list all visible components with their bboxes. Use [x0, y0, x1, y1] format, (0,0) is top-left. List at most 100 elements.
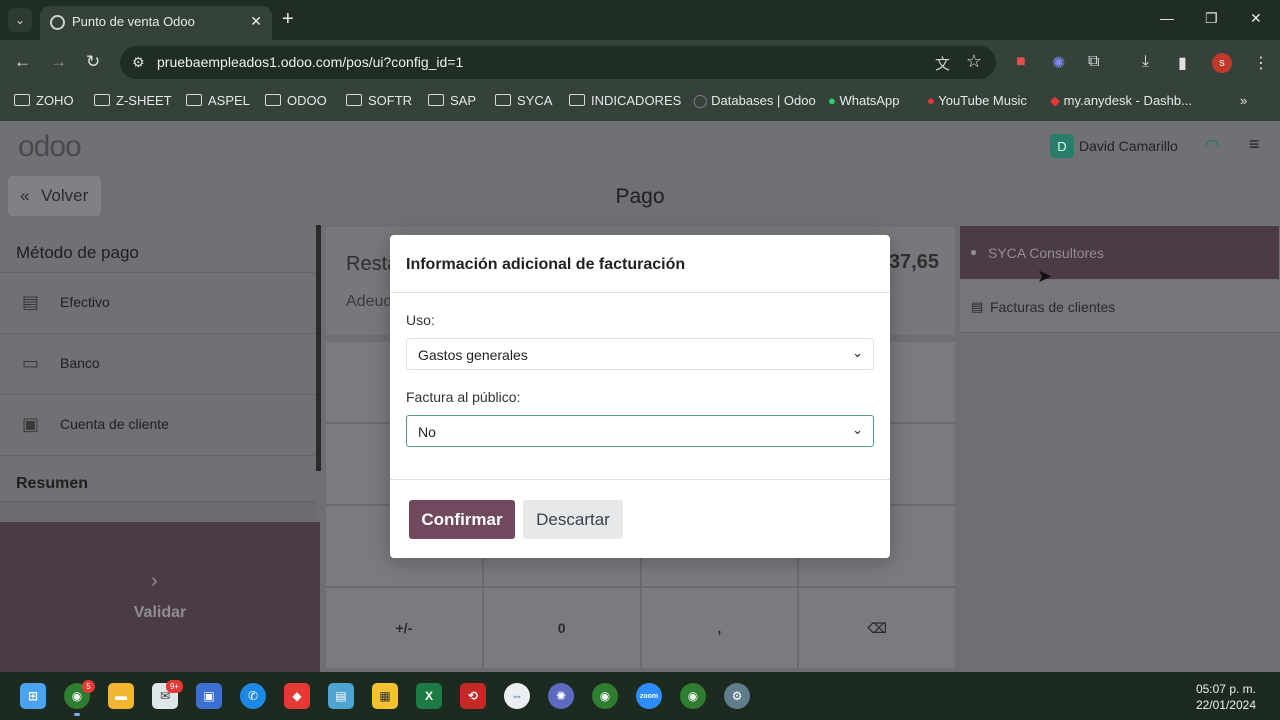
payment-method-banco[interactable]: ▭ Banco — [0, 333, 316, 393]
close-tab-icon[interactable]: ✕ — [250, 13, 262, 30]
download-icon[interactable]: ⤓ — [1142, 53, 1149, 71]
customer-name: SYCA Consultores — [988, 245, 1104, 261]
odoo-circle-icon: ◯ — [693, 93, 712, 108]
numpad-key-backspace[interactable]: ⌫ — [799, 588, 955, 668]
translate-icon[interactable]: 文 — [935, 53, 950, 74]
bookmark-whatsapp[interactable]: ● WhatsApp — [828, 93, 899, 108]
settings-gear-icon[interactable]: ⚙ — [724, 683, 750, 709]
extension-gear-icon[interactable]: ✺ — [1052, 53, 1065, 73]
bookmark-aspel[interactable]: ASPEL — [186, 93, 250, 108]
invoice-button[interactable]: ▤ Facturas de clientes — [960, 280, 1280, 333]
odoo-logo: odoo — [18, 130, 82, 163]
forward-arrow-icon[interactable]: → — [50, 52, 67, 72]
browser-tab[interactable]: Punto de venta Odoo ✕ — [40, 6, 272, 40]
bookmark-softr[interactable]: SOFTR — [346, 93, 412, 108]
hamburger-menu-icon[interactable]: ≡ — [1249, 134, 1260, 155]
uso-select[interactable]: Gastos generales ⌄ — [406, 338, 874, 370]
cash-icon: ▤ — [22, 292, 40, 312]
minimize-icon[interactable]: — — [1160, 10, 1174, 26]
folder-icon — [569, 94, 585, 106]
user-avatar[interactable]: D — [1050, 134, 1074, 158]
notes-app-icon[interactable]: ▦ — [372, 683, 398, 709]
excel-icon[interactable]: X — [416, 683, 442, 709]
uso-value: Gastos generales — [418, 347, 528, 363]
chevron-down-icon: ⌄ — [852, 345, 863, 360]
payment-subheader: Pago « Volver — [0, 169, 1280, 225]
customer-pane: ● SYCA Consultores ▤ Facturas de cliente… — [960, 225, 1280, 672]
modal-title: Información adicional de facturación — [406, 256, 686, 273]
wifi-icon: ◠ — [1205, 137, 1219, 154]
numpad-key-plus-minus[interactable]: +/- — [326, 588, 482, 668]
bookmark-sap[interactable]: SAP — [428, 93, 476, 108]
payment-methods-title: Método de pago — [16, 243, 139, 262]
whatsapp-icon: ● — [828, 93, 840, 108]
profile-avatar[interactable]: s — [1212, 53, 1232, 73]
billing-info-modal: Información adicional de facturación Uso… — [390, 235, 890, 558]
customer-button[interactable]: ● SYCA Consultores — [960, 226, 1279, 279]
customer-account-icon: ▣ — [22, 414, 40, 434]
site-settings-icon[interactable]: ⚙ — [132, 54, 145, 71]
bookmark-zoho[interactable]: ZOHO — [14, 93, 74, 108]
payment-method-label: Cuenta de cliente — [60, 416, 169, 432]
app-window-icon[interactable]: ▤ — [328, 683, 354, 709]
back-arrow-icon[interactable]: ← — [14, 52, 31, 72]
new-tab-icon[interactable]: + — [282, 8, 294, 31]
folder-icon — [495, 94, 511, 106]
file-explorer-icon[interactable]: ▬ — [108, 683, 134, 709]
user-name[interactable]: David Camarillo — [1079, 138, 1178, 154]
payment-method-efectivo[interactable]: ▤ Efectivo — [0, 272, 316, 332]
chrome-second-icon[interactable]: ◉ — [680, 683, 706, 709]
chevron-right-icon: › — [151, 570, 158, 592]
more-bookmarks-icon[interactable]: » — [1240, 93, 1247, 108]
numpad-key-zero[interactable]: 0 — [483, 588, 640, 668]
discard-button[interactable]: Descartar — [523, 500, 623, 539]
chrome-menu-icon[interactable]: ⋮ — [1253, 53, 1269, 73]
browser-tab-strip: ⌄ Punto de venta Odoo ✕ + — ❐ ✕ — [0, 0, 1280, 40]
payment-method-label: Efectivo — [60, 294, 110, 310]
user-icon: ● — [970, 245, 978, 259]
close-window-icon[interactable]: ✕ — [1250, 10, 1262, 27]
bookmark-databases[interactable]: ◯ Databases | Odoo — [693, 93, 816, 109]
address-bar[interactable]: ⚙ pruebaempleados1.odoo.com/pos/ui?confi… — [120, 46, 996, 79]
restore-icon[interactable]: ❐ — [1205, 10, 1218, 27]
teamviewer-icon[interactable]: ⇔ — [504, 683, 530, 709]
phone-app-icon[interactable]: ✆ — [240, 683, 266, 709]
windows-start-icon[interactable]: ⊞ — [20, 683, 46, 709]
bookmark-anydesk[interactable]: ◆ my.anydesk - Dashb... — [1050, 93, 1192, 109]
payment-method-cuenta[interactable]: ▣ Cuenta de cliente — [0, 394, 316, 454]
tab-search-icon[interactable]: ⌄ — [8, 8, 32, 32]
back-button[interactable]: « Volver — [8, 176, 101, 216]
bookmark-syca[interactable]: SYCA — [495, 93, 552, 108]
side-panel-icon[interactable]: ▮ — [1178, 53, 1187, 73]
remote-desktop-icon[interactable]: ▣ — [196, 683, 222, 709]
system-clock[interactable]: 05:07 p. m. 22/01/2024 — [1196, 681, 1256, 713]
factura-publico-select[interactable]: No ⌄ — [406, 415, 874, 447]
invoice-file-icon: ▤ — [971, 299, 984, 314]
bookmark-star-icon[interactable]: ☆ — [966, 51, 982, 72]
gear-app-icon[interactable]: ✺ — [548, 683, 574, 709]
extension-alert-icon[interactable]: ■ — [1016, 53, 1026, 71]
invoice-label: Facturas de clientes — [990, 299, 1116, 315]
bookmark-youtube-music[interactable]: ● YouTube Music — [927, 93, 1027, 108]
chrome-profile-icon[interactable]: ◉ — [592, 683, 618, 709]
confirm-button[interactable]: Confirmar — [409, 500, 515, 539]
anydesk-taskbar-icon[interactable]: ◆ — [284, 683, 310, 709]
payment-method-label: Banco — [60, 355, 100, 371]
clock-date: 22/01/2024 — [1195, 698, 1256, 712]
folder-icon — [94, 94, 110, 106]
due-label: Adeud — [346, 293, 393, 310]
validate-button[interactable]: › Validar — [0, 522, 320, 672]
chevron-down-icon: ⌄ — [852, 422, 863, 437]
url-text[interactable]: pruebaempleados1.odoo.com/pos/ui?config_… — [157, 54, 463, 70]
sync-app-icon[interactable]: ⟲ — [460, 683, 486, 709]
extensions-puzzle-icon[interactable]: ⧉ — [1088, 53, 1099, 71]
bookmark-zsheet[interactable]: Z-SHEET — [94, 93, 172, 108]
bookmark-indicadores[interactable]: INDICADORES — [569, 93, 681, 108]
reload-icon[interactable]: ↻ — [86, 52, 100, 72]
tab-title: Punto de venta Odoo — [72, 14, 195, 29]
zoom-icon[interactable]: zoom — [636, 683, 662, 709]
factura-publico-value: No — [418, 424, 436, 440]
numpad-key-comma[interactable]: , — [641, 588, 798, 668]
bookmark-odoo[interactable]: ODOO — [265, 93, 327, 108]
youtube-music-icon: ● — [927, 93, 939, 108]
